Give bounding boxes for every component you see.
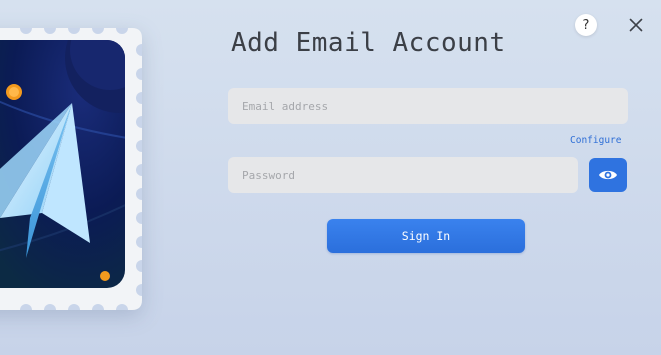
close-button[interactable] [626,15,646,35]
email-field[interactable] [228,88,628,124]
sign-in-label: Sign In [401,229,451,243]
eye-icon [599,170,617,180]
add-email-account-dialog: ? Add Email Account Configure Sign In [0,0,661,355]
help-button[interactable]: ? [575,14,597,36]
page-title: Add Email Account [231,28,506,58]
show-password-button[interactable] [589,158,627,192]
email-input[interactable] [240,98,616,114]
close-icon [629,18,643,32]
password-field[interactable] [228,157,578,193]
password-input[interactable] [240,167,566,183]
help-label: ? [582,17,590,33]
configure-link[interactable]: Configure [570,135,621,146]
sign-in-button[interactable]: Sign In [327,219,525,253]
paper-plane-stamp-illustration [0,28,142,310]
